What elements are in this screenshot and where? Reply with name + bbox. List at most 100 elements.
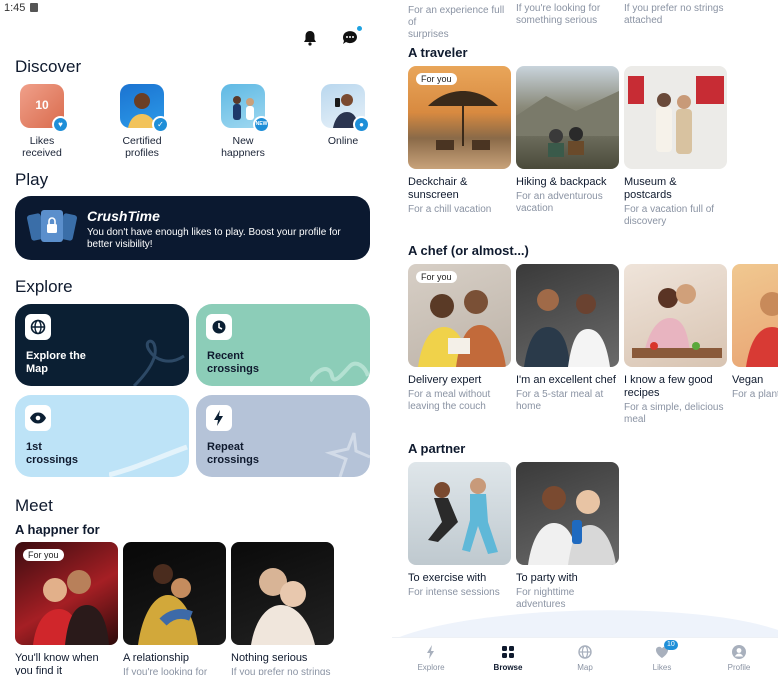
status-time: 1:45 [4, 2, 26, 14]
card-subtitle: If you prefer no strings attached [624, 3, 724, 26]
card-image [624, 264, 727, 367]
tile-first-crossings[interactable]: 1st crossings [15, 395, 189, 477]
nav-browse[interactable]: Browse [478, 644, 538, 672]
card-image: For you [408, 66, 511, 169]
explore-title: Explore [15, 277, 73, 296]
card-title: To party with [516, 572, 578, 584]
card-title: Nothing serious [231, 652, 308, 664]
traveler-row: For you Deckchair & sunscreen For a chil… [408, 66, 778, 236]
card-title: A relationship [123, 652, 190, 664]
browse-card[interactable]: I'm an excellent chef For a 5-star meal … [516, 264, 619, 413]
card-title: You'll know when you find it [15, 652, 99, 675]
browse-left-panel: 1:45 Discover 10 ♥ Likes received ✓ Cert… [0, 0, 386, 675]
user-icon [731, 644, 747, 660]
messages-icon[interactable] [340, 25, 363, 48]
browse-card[interactable]: I know a few good recipes For a simple, … [624, 264, 727, 426]
tile-explore-map[interactable]: Explore the Map [15, 304, 189, 386]
heart-icon: 10 [654, 640, 678, 660]
likes-avatar: 10 ♥ [20, 84, 69, 133]
card-title: To exercise with [408, 572, 487, 584]
crushtime-banner[interactable]: CrushTime You don't have enough likes to… [15, 196, 370, 260]
dot-icon: ● [353, 116, 370, 133]
discover-title: Discover [15, 57, 82, 76]
crushtime-text: You don't have enough likes to play. Boo… [87, 227, 341, 250]
tile-label: Recent crossings [207, 350, 259, 375]
card-title: Deckchair & sunscreen [408, 176, 468, 201]
browse-card[interactable]: Museum & postcards For a vacation full o… [624, 66, 727, 228]
likes-count: 10 [35, 98, 49, 112]
card-image [408, 462, 511, 565]
online-avatar: ● [321, 84, 370, 133]
previous-row-captions: For an experience full of surprises If y… [408, 0, 778, 40]
card-title: Delivery expert [408, 374, 482, 386]
for-you-badge: For you [23, 549, 64, 561]
nav-profile[interactable]: Profile [709, 644, 769, 672]
happner-for-subtitle: A happner for [15, 522, 100, 537]
discover-certified-profiles[interactable]: ✓ Certified profiles [102, 84, 182, 159]
new-icon: NEW [253, 116, 270, 133]
card-title: I'm an excellent chef [516, 374, 616, 386]
status-bar: 1:45 [0, 0, 386, 18]
tile-repeat-crossings[interactable]: Repeat crossings [196, 395, 370, 477]
meet-cards: For you You'll know when you find it A r… [15, 542, 386, 675]
for-you-badge: For you [416, 73, 457, 85]
notification-status-icon [30, 3, 38, 12]
globe-icon [577, 644, 593, 660]
tile-label: Repeat crossings [207, 441, 259, 466]
browse-card[interactable]: Vegan For a plant- [732, 264, 778, 401]
discover-row: 10 ♥ Likes received ✓ Certified profiles… [0, 84, 386, 164]
browse-card[interactable]: To exercise with For intense sessions [408, 462, 511, 599]
discover-new-happners[interactable]: NEW New happners [203, 84, 283, 159]
nav-label: Browse [493, 663, 523, 672]
nav-explore[interactable]: Explore [401, 644, 461, 672]
nav-likes[interactable]: 10 Likes [632, 640, 692, 672]
meet-card[interactable]: For you You'll know when you find it [15, 542, 118, 675]
clock-icon [206, 314, 232, 340]
top-actions [300, 25, 363, 48]
background-wave [392, 610, 778, 640]
section-title-chef: A chef (or almost...) [408, 243, 529, 258]
browse-card[interactable]: To party with For nighttime adventures [516, 462, 619, 611]
card-subtitle: If you're looking for something serious [516, 3, 601, 26]
card-subtitle: For a meal without leaving the couch [408, 389, 491, 412]
globe-icon [25, 314, 51, 340]
grid-icon [500, 644, 516, 660]
meet-card[interactable]: A relationship If you're looking for [123, 542, 226, 675]
browse-card[interactable]: For you Deckchair & sunscreen For a chil… [408, 66, 511, 216]
card-image [231, 542, 334, 645]
eye-icon [25, 405, 51, 431]
card-image [516, 66, 619, 169]
card-subtitle: For a 5-star meal at home [516, 389, 604, 412]
likes-badge: 10 [664, 640, 678, 650]
card-image [624, 66, 727, 169]
nav-map[interactable]: Map [555, 644, 615, 672]
card-image: For you [15, 542, 118, 645]
card-subtitle: For an adventurous vacation [516, 191, 603, 214]
bell-icon[interactable] [300, 28, 320, 48]
card-subtitle: For a chill vacation [408, 204, 492, 215]
check-icon: ✓ [152, 116, 169, 133]
card-subtitle: For a plant- [732, 389, 778, 400]
tile-recent-crossings[interactable]: Recent crossings [196, 304, 370, 386]
discover-label: Certified profiles [122, 135, 162, 159]
play-title: Play [15, 170, 49, 189]
card-image [123, 542, 226, 645]
lock-icon [27, 210, 77, 242]
card-subtitle: If you prefer no strings [231, 667, 331, 675]
new-happners-avatar: NEW [221, 84, 270, 133]
crushtime-title: CrushTime [87, 208, 160, 224]
meet-card[interactable]: Nothing serious If you prefer no strings [231, 542, 334, 675]
unread-dot [356, 25, 363, 32]
bolt-icon [206, 405, 232, 431]
bolt-icon [423, 644, 439, 660]
nav-label: Likes [652, 663, 672, 672]
discover-likes-received[interactable]: 10 ♥ Likes received [2, 84, 82, 159]
nav-label: Profile [727, 663, 751, 672]
browse-card[interactable]: Hiking & backpack For an adventurous vac… [516, 66, 619, 215]
browse-card[interactable]: For you Delivery expert For a meal witho… [408, 264, 511, 413]
card-image [516, 264, 619, 367]
discover-online[interactable]: ● Online [303, 84, 383, 147]
section-title-traveler: A traveler [408, 45, 468, 60]
card-image: For you [408, 264, 511, 367]
card-title: Vegan [732, 374, 764, 386]
